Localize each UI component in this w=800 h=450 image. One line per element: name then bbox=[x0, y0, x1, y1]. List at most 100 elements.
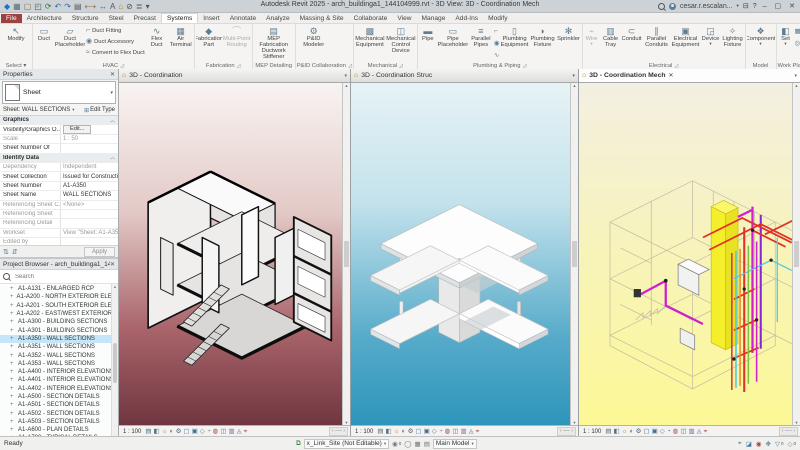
ribbon-button-pipe-placeholder[interactable]: ▭ Pipe Placeholder bbox=[438, 25, 468, 48]
vertical-scrollbar[interactable]: ▲ ▼ bbox=[570, 83, 578, 425]
close-button[interactable]: ✕ bbox=[787, 2, 797, 10]
expand-icon[interactable]: + bbox=[10, 311, 14, 317]
ribbon-button-device[interactable]: ◲ Device ▾ bbox=[701, 25, 721, 46]
horizontal-scrollbar[interactable]: ‹ ── › bbox=[556, 427, 576, 436]
struct-view-canvas[interactable]: ▲ ▼ bbox=[351, 83, 578, 425]
property-value[interactable]: WALL SECTIONS bbox=[60, 191, 118, 200]
ribbon-tab-manage[interactable]: Manage bbox=[417, 14, 451, 23]
rendering-dialog-icon[interactable]: ⚙ bbox=[636, 428, 642, 435]
expand-icon[interactable]: + bbox=[10, 361, 15, 367]
property-value[interactable] bbox=[60, 144, 118, 153]
ribbon-tab-view[interactable]: View bbox=[392, 14, 416, 23]
temporary-hide-isolate-icon[interactable]: ◔ bbox=[439, 428, 443, 435]
minimize-button[interactable]: – bbox=[761, 3, 769, 10]
ribbon-button-set[interactable]: ◧ Set ▾ bbox=[778, 25, 794, 46]
unlocked-view-icon[interactable]: ◇ bbox=[432, 428, 437, 435]
expand-icon[interactable]: + bbox=[10, 328, 15, 334]
unlocked-view-icon[interactable]: ◇ bbox=[660, 428, 665, 435]
select-underlay-icon[interactable]: ◪ bbox=[746, 440, 752, 448]
browser-item-a1-a400[interactable]: + A1-A400 - INTERIOR ELEVATIONS bbox=[0, 368, 118, 376]
ribbon-button-pipe-accessory[interactable]: ◉ bbox=[494, 38, 500, 49]
view-tab-coordination[interactable]: ⌂ 3D - Coordination ▾ bbox=[119, 69, 350, 83]
print-icon[interactable]: ▤ bbox=[74, 2, 82, 11]
save-icon[interactable]: ◰ bbox=[34, 2, 42, 11]
browser-item-a1-a502[interactable]: + A1-A502 - SECTION DETAILS bbox=[0, 409, 118, 417]
qat-customize-caret-icon[interactable]: ▾ bbox=[146, 2, 150, 11]
type-selector[interactable]: Sheet ▾ bbox=[2, 81, 116, 104]
browser-item-a1-a352[interactable]: + A1-A352 - WALL SECTIONS bbox=[0, 351, 118, 359]
property-value[interactable]: Edit... bbox=[60, 125, 118, 134]
shadows-icon[interactable]: ◐ bbox=[630, 428, 634, 435]
ribbon-button-wire[interactable]: ⌁ Wire ▾ bbox=[584, 25, 600, 46]
selection-count-icon[interactable]: ◇ 0 bbox=[787, 440, 796, 448]
view-scale-button[interactable]: 1 : 100 bbox=[353, 428, 375, 436]
ribbon-button-modify[interactable]: ↖ Modify bbox=[1, 25, 31, 42]
property-section-graphics[interactable]: Graphics ︿ bbox=[0, 116, 118, 126]
section-icon[interactable]: ⊘ bbox=[126, 2, 133, 11]
ribbon-button-conduit[interactable]: ⊂ Conduit bbox=[622, 25, 642, 42]
ribbon-button-flex-pipe[interactable]: ∿ bbox=[494, 50, 500, 61]
expand-icon[interactable]: + bbox=[10, 411, 15, 417]
view-tab-coordination-struc[interactable]: ⌂ 3D - Coordination Struc ▾ bbox=[351, 69, 578, 83]
ribbon-tab-architecture[interactable]: Architecture bbox=[22, 14, 67, 23]
expand-icon[interactable]: + bbox=[10, 353, 15, 359]
temporary-view-properties-icon[interactable]: ▥ bbox=[688, 428, 694, 435]
view-menu-caret-icon[interactable]: ▾ bbox=[572, 73, 575, 79]
ribbon-button-pipe-fitting[interactable]: ⌐ bbox=[494, 26, 500, 37]
ribbon-button-plumbing-equipment[interactable]: ▯ Plumbing Equipment bbox=[501, 25, 529, 48]
undo-icon[interactable]: ↶ bbox=[55, 2, 62, 11]
expand-icon[interactable]: + bbox=[10, 303, 14, 309]
property-value[interactable] bbox=[60, 238, 118, 245]
help-icon[interactable]: ? bbox=[753, 3, 757, 10]
aligned-dimension-icon[interactable]: ↔ bbox=[99, 2, 107, 11]
ribbon-button-sprinkler[interactable]: ✻ Sprinkler bbox=[557, 25, 581, 42]
ribbon-tab-structure[interactable]: Structure bbox=[67, 14, 104, 23]
temporary-hide-isolate-icon[interactable]: ◔ bbox=[207, 428, 211, 435]
ribbon-button-duct-placeholder[interactable]: ▱ Duct Placeholder bbox=[55, 25, 85, 48]
ribbon-button-plumbing-fixture[interactable]: ◗ Plumbing Fixture bbox=[530, 25, 556, 48]
instance-caret-icon[interactable]: ▾ bbox=[72, 107, 74, 113]
view-scale-button[interactable]: 1 : 100 bbox=[121, 428, 143, 436]
expand-icon[interactable]: + bbox=[10, 419, 15, 425]
ribbon-button-duct[interactable]: ▭ Duct bbox=[34, 25, 54, 42]
type-selector-caret-icon[interactable]: ▾ bbox=[110, 90, 113, 96]
browser-item-a1-a202[interactable]: +A1-A202 - EAST/WEST EXTERIOR ELEVAT bbox=[0, 310, 118, 318]
ribbon-tab-steel[interactable]: Steel bbox=[104, 14, 129, 23]
ribbon-tab-file[interactable]: File bbox=[1, 14, 22, 23]
ribbon-tab-collaborate[interactable]: Collaborate bbox=[349, 14, 393, 23]
ribbon-button-convert-to-flex-duct[interactable]: ≈ Convert to Flex Duct bbox=[86, 47, 145, 58]
expand-icon[interactable]: + bbox=[10, 427, 15, 433]
analytical-model-icon[interactable]: ◬ bbox=[697, 428, 702, 435]
analytical-model-icon[interactable]: ◬ bbox=[237, 428, 242, 435]
viewport-3d-coordination-mech[interactable]: ⌂ 3D - Coordination Mech ✕ ▾ ▲ ▼ 1: 100… bbox=[579, 69, 800, 437]
property-value[interactable]: View "Sheet: A1-A350... bbox=[60, 228, 118, 238]
horizontal-scrollbar[interactable]: ‹ ── › bbox=[328, 427, 348, 436]
close-properties-icon[interactable]: ✕ bbox=[110, 71, 115, 78]
mech-view-canvas[interactable]: ▲ ▼ bbox=[579, 83, 800, 425]
collapse-section-icon[interactable]: ︿ bbox=[110, 117, 118, 124]
ribbon-button-lighting-fixture[interactable]: ✧ Lighting Fixture bbox=[722, 25, 744, 48]
ribbon-tab-analyze[interactable]: Analyze bbox=[261, 14, 294, 23]
browser-item-a1-a350[interactable]: + A1-A350 - WALL SECTIONS bbox=[0, 334, 118, 344]
worksharing-display-icon[interactable]: ◫ bbox=[680, 428, 686, 435]
properties-group-icon[interactable]: ⇵ bbox=[12, 248, 18, 256]
property-section-identity-data[interactable]: Identity Data ︿ bbox=[0, 153, 118, 163]
ribbon-button-component[interactable]: ❖ Component ▾ bbox=[747, 25, 775, 46]
signed-in-user[interactable]: cesar.r.escalan... bbox=[680, 3, 733, 10]
browser-item-a1-a201[interactable]: +A1-A201 - SOUTH EXTERIOR ELEVATION bbox=[0, 302, 118, 310]
vertical-scrollbar[interactable]: ▲ ▼ bbox=[792, 83, 800, 425]
ribbon-button-p-id-modeler[interactable]: ⚙ P&ID Modeler bbox=[297, 25, 331, 48]
redo-icon[interactable]: ↷ bbox=[64, 2, 71, 11]
visual-style-icon[interactable]: ◧ bbox=[614, 428, 620, 435]
browser-item-a1-a300[interactable]: + A1-A300 - BUILDING SECTIONS bbox=[0, 318, 118, 326]
sun-path-icon[interactable]: ☼ bbox=[622, 428, 628, 435]
expand-icon[interactable]: + bbox=[10, 344, 15, 350]
menu-grid-icon[interactable]: ▦ bbox=[13, 2, 21, 11]
ribbon-tab-annotate[interactable]: Annotate bbox=[225, 14, 261, 23]
shadows-icon[interactable]: ◐ bbox=[402, 428, 406, 435]
browser-item-a1-a200[interactable]: +A1-A200 - NORTH EXTERIOR ELEVATION bbox=[0, 293, 118, 301]
rendering-dialog-icon[interactable]: ⚙ bbox=[176, 428, 182, 435]
ribbon-tab-add-ins[interactable]: Add-Ins bbox=[450, 14, 483, 23]
active-workset-select[interactable]: Main Model ▾ bbox=[432, 438, 477, 449]
property-value[interactable]: Issued for Construction bbox=[60, 172, 118, 181]
